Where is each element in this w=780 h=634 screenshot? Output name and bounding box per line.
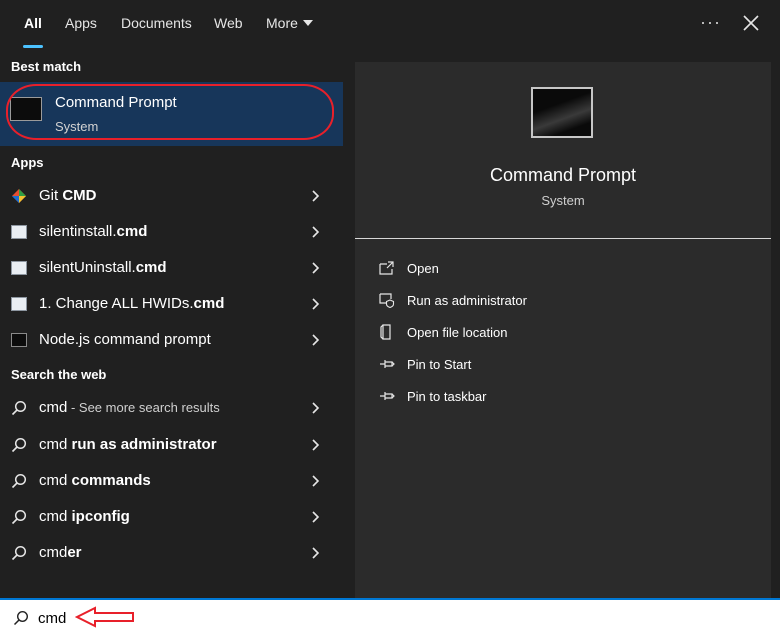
chevron-right-icon[interactable]: [312, 298, 320, 310]
action-label: Run as administrator: [407, 293, 527, 308]
search-icon: [11, 509, 27, 525]
search-icon: [11, 545, 27, 561]
app-item-silentuninstall[interactable]: silentUninstall.cmd: [0, 250, 343, 286]
chevron-right-icon[interactable]: [312, 439, 320, 451]
caret-down-icon: [302, 20, 313, 27]
chevron-right-icon[interactable]: [312, 262, 320, 274]
shield-icon: [379, 293, 395, 308]
search-tabs-bar: All Apps Documents Web More ···: [0, 0, 780, 48]
chevron-right-icon[interactable]: [312, 226, 320, 238]
app-item-label: Node.js command prompt: [39, 331, 211, 348]
pin-icon: [380, 392, 395, 400]
action-label: Pin to Start: [407, 357, 472, 372]
action-label: Open file location: [407, 325, 508, 340]
action-open-file-location[interactable]: Open file location: [375, 319, 755, 347]
app-item-git-cmd[interactable]: Git CMD: [0, 178, 343, 214]
app-item-label: Git CMD: [39, 187, 97, 204]
preview-subtitle: System: [541, 193, 585, 208]
chevron-right-icon[interactable]: [312, 402, 320, 414]
search-icon: [11, 437, 27, 453]
chevron-right-icon[interactable]: [312, 511, 320, 523]
chevron-right-icon[interactable]: [312, 547, 320, 559]
action-label: Pin to taskbar: [407, 389, 487, 404]
app-item-change-hwids[interactable]: 1. Change ALL HWIDs.cmd: [0, 286, 343, 322]
script-icon: [11, 225, 27, 239]
app-item-label: silentinstall.cmd: [39, 223, 148, 240]
web-item-ipconfig[interactable]: cmd ipconfig: [0, 499, 343, 535]
web-item-cmder[interactable]: cmder: [0, 535, 343, 571]
tab-more[interactable]: More: [266, 0, 313, 48]
app-item-silentinstall[interactable]: silentinstall.cmd: [0, 214, 343, 250]
search-icon: [11, 400, 27, 416]
tab-web[interactable]: Web: [214, 0, 243, 48]
cmd-icon: [531, 87, 593, 138]
tab-documents[interactable]: Documents: [121, 0, 192, 48]
web-item-label: cmd ipconfig: [39, 508, 130, 525]
tab-apps[interactable]: Apps: [65, 0, 97, 48]
app-item-label: 1. Change ALL HWIDs.cmd: [39, 295, 225, 312]
section-apps: Apps: [11, 155, 44, 170]
action-run-as-admin[interactable]: Run as administrator: [375, 287, 755, 315]
action-label: Open: [407, 261, 439, 276]
search-icon: [11, 473, 27, 489]
script-icon: [11, 261, 27, 275]
search-icon: [13, 610, 29, 626]
web-item-label: cmd run as administrator: [39, 436, 217, 453]
web-item-label: cmder: [39, 544, 82, 561]
annotation-highlight-ring: [6, 84, 334, 140]
web-item-commands[interactable]: cmd commands: [0, 463, 343, 499]
tab-more-label: More: [266, 15, 298, 31]
app-item-nodejs-prompt[interactable]: Node.js command prompt: [0, 322, 343, 358]
tab-all[interactable]: All: [23, 0, 43, 48]
web-item-cmd[interactable]: cmd - See more search results: [0, 390, 343, 426]
chevron-right-icon[interactable]: [312, 334, 320, 346]
action-pin-to-start[interactable]: Pin to Start: [375, 351, 755, 379]
cmd-icon: [11, 333, 27, 347]
open-icon: [379, 261, 394, 275]
script-icon: [11, 297, 27, 311]
git-icon: [12, 189, 26, 203]
ellipsis-icon[interactable]: ···: [700, 12, 721, 33]
annotation-arrow-icon: [75, 606, 134, 628]
action-pin-to-taskbar[interactable]: Pin to taskbar: [375, 383, 755, 411]
chevron-right-icon[interactable]: [312, 475, 320, 487]
file-location-icon: [380, 324, 391, 340]
web-item-label: cmd commands: [39, 472, 151, 489]
chevron-right-icon[interactable]: [312, 190, 320, 202]
web-item-label: cmd - See more search results: [39, 399, 220, 416]
action-open[interactable]: Open: [375, 255, 755, 283]
web-item-run-as-admin[interactable]: cmd run as administrator: [0, 427, 343, 463]
section-search-web: Search the web: [11, 367, 107, 382]
preview-title: Command Prompt: [489, 165, 637, 185]
app-item-label: silentUninstall.cmd: [39, 259, 167, 276]
pin-icon: [380, 360, 395, 368]
section-best-match: Best match: [11, 59, 82, 74]
preview-divider: [355, 238, 771, 239]
close-icon[interactable]: [742, 14, 760, 32]
